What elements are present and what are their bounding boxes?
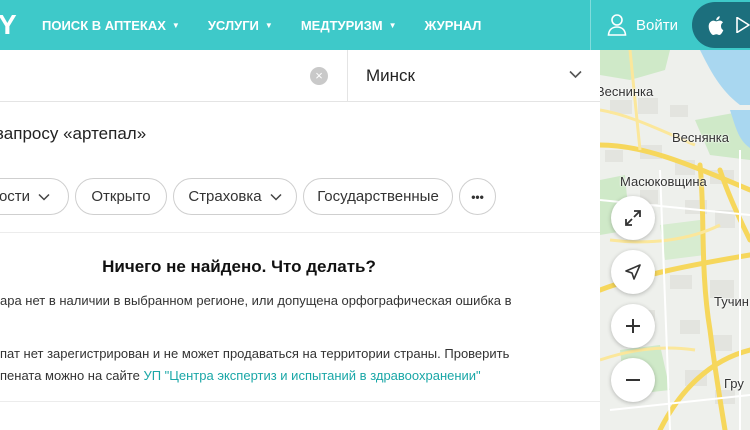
expand-icon [625,210,641,226]
app-store-links [692,2,750,48]
search-row: × Минск [0,50,600,102]
divider [0,401,600,402]
chevron-down-icon [569,70,582,79]
caret-down-icon: ▼ [171,20,180,30]
chevron-down-icon [38,193,50,201]
empty-state-title: Ничего не найдено. Что делать? [102,257,376,276]
filter-state-owned-label: Государственные [317,188,439,205]
filter-availability-label: ости [0,188,31,205]
login-label: Войти [636,16,678,34]
filter-bar: ости Открыто Страховка Государственные •… [0,178,600,215]
minus-icon [626,379,640,381]
zoom-in-button[interactable] [611,304,655,348]
nav-pharmacy-search-label: ПОИСК В АПТЕКАХ [42,17,166,33]
user-icon [607,14,627,36]
map-label-masyukovshchina: Масюковщина [620,174,707,189]
filter-insurance[interactable]: Страховка [173,178,297,215]
login-button[interactable]: Войти [590,0,700,50]
map-panel[interactable]: Веснинка Веснянка Масюковщина Тучин Гру [600,50,750,430]
hint-2-line-1: пат нет зарегистрирован и не может прода… [0,346,510,361]
city-value: Минск [366,66,415,85]
nav-medtourism-label: МЕДТУРИЗМ [300,17,383,33]
map-label-vesnyanka: Веснянка [672,130,730,145]
navigation-arrow-icon [625,264,641,280]
filter-insurance-label: Страховка [188,188,262,205]
more-dots-icon: ••• [471,189,484,204]
empty-state-hint-1: ара нет в наличии в выбранном регионе, и… [0,290,512,312]
site-logo[interactable]: Y [0,9,18,41]
fullscreen-button[interactable] [611,196,655,240]
apple-icon[interactable] [708,15,724,35]
nav-medtourism[interactable]: МЕДТУРИЗМ ▼ [301,18,397,33]
hint-1-text: ара нет в наличии в выбранном регионе, и… [0,293,512,308]
hint-2-prefix: пената можно на сайте [0,368,144,383]
filter-state-owned[interactable]: Государственные [303,178,453,215]
google-play-icon[interactable] [736,17,750,33]
nav-journal[interactable]: ЖУРНАЛ [425,18,482,33]
nav-pharmacy-search[interactable]: ПОИСК В АПТЕКАХ ▼ [42,18,180,33]
more-filters-button[interactable]: ••• [459,178,496,215]
filter-open-now[interactable]: Открыто [75,178,167,215]
search-input[interactable] [0,50,346,102]
filter-availability[interactable]: ости [0,178,69,215]
empty-state-hint-2: пат нет зарегистрирован и не может прода… [0,343,509,387]
my-location-button[interactable] [611,250,655,294]
map-label-tuchinka: Тучин [714,294,749,309]
caret-down-icon: ▼ [264,20,273,30]
filter-open-now-label: Открыто [91,188,151,205]
app-root: Y ПОИСК В АПТЕКАХ ▼ УСЛУГИ ▼ МЕДТУРИЗМ ▼… [0,0,750,430]
nav-services-label: УСЛУГИ [207,17,259,33]
main-nav: ПОИСК В АПТЕКАХ ▼ УСЛУГИ ▼ МЕДТУРИЗМ ▼ Ж… [42,0,509,50]
registry-link[interactable]: УП "Центра экспертиз и испытаний в здрав… [143,368,480,383]
map-label-vesninka: Веснинка [600,84,654,99]
results-title: запросу «артепал» [0,124,147,143]
clear-search-icon[interactable]: × [310,67,328,85]
hint-2-line-2: пената можно на сайте УП "Центра эксперт… [0,365,509,387]
divider [0,232,600,233]
map-label-gru: Гру [724,376,744,391]
city-select[interactable]: Минск [347,50,600,102]
nav-journal-label: ЖУРНАЛ [424,17,482,33]
plus-icon [626,319,640,333]
nav-services[interactable]: УСЛУГИ ▼ [208,18,273,33]
chevron-down-icon [270,193,282,201]
top-header: Y ПОИСК В АПТЕКАХ ▼ УСЛУГИ ▼ МЕДТУРИЗМ ▼… [0,0,750,50]
zoom-out-button[interactable] [611,358,655,402]
caret-down-icon: ▼ [388,20,397,30]
